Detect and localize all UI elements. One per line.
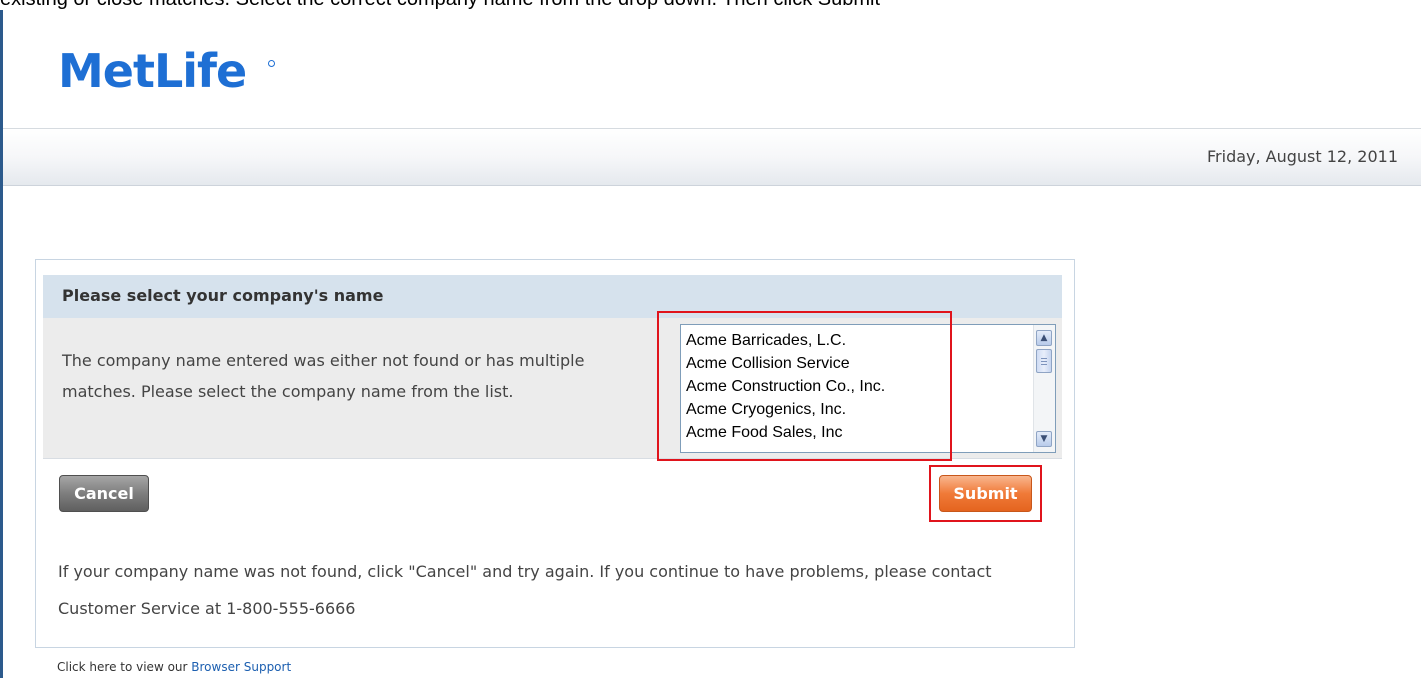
thumb-grip-line: [1041, 361, 1047, 362]
footer-prefix: Click here to view our: [57, 660, 192, 674]
current-date: Friday, August 12, 2011: [1207, 147, 1398, 166]
listbox-scrollbar[interactable]: ▲ ▼: [1033, 325, 1055, 452]
help-text: If your company name was not found, clic…: [58, 562, 992, 618]
not-found-message: The company name entered was either not …: [62, 351, 585, 401]
thumb-grip-line: [1041, 364, 1047, 365]
cancel-button[interactable]: Cancel: [59, 475, 149, 512]
submit-highlight-box: [929, 465, 1042, 522]
browser-support-link[interactable]: Browser Support: [191, 660, 291, 674]
panel-title: Please select your company's name: [62, 286, 384, 305]
scroll-down-arrow-icon[interactable]: ▼: [1036, 431, 1052, 447]
scroll-up-arrow-icon[interactable]: ▲: [1036, 330, 1052, 346]
scrollbar-thumb[interactable]: [1036, 349, 1052, 373]
metlife-logo: MetLife: [58, 44, 247, 98]
listbox-highlight-box: [657, 311, 952, 461]
thumb-grip-line: [1041, 358, 1047, 359]
window-left-border: [0, 10, 3, 678]
instruction-fragment: existing or close matches. Select the co…: [0, 0, 1421, 11]
registered-mark-icon: [268, 60, 275, 67]
footer-note: Click here to view our Browser Support: [57, 660, 291, 674]
